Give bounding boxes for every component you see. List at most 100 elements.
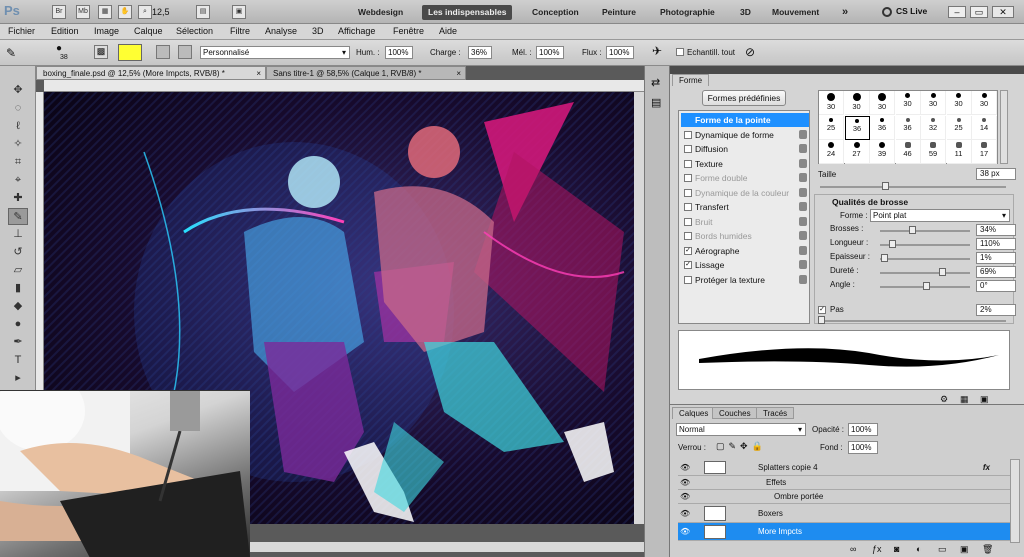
menu-affichage[interactable]: Affichage bbox=[338, 26, 375, 36]
mel-input[interactable]: 100% bbox=[536, 46, 564, 59]
brush-tip-cell[interactable]: 14 bbox=[972, 115, 997, 140]
hum-input[interactable]: 100% bbox=[385, 46, 413, 59]
move-tool-icon[interactable]: ✥ bbox=[8, 82, 28, 99]
minimize-button[interactable]: – bbox=[948, 6, 966, 18]
lock-icon[interactable] bbox=[799, 202, 807, 211]
param-slider[interactable] bbox=[880, 268, 970, 276]
load-color-swatch[interactable] bbox=[118, 44, 142, 61]
vertical-scrollbar[interactable] bbox=[634, 92, 644, 524]
brush-tip-cell[interactable]: 30 bbox=[972, 91, 997, 115]
fx-icon[interactable]: ƒx bbox=[872, 544, 882, 554]
pas-input[interactable]: 2% bbox=[976, 304, 1016, 316]
brush-tip-cell[interactable]: 36 bbox=[844, 115, 870, 140]
pen-tool-icon[interactable]: ✒ bbox=[8, 334, 28, 351]
stamp-tool-icon[interactable]: ⊥ bbox=[8, 226, 28, 243]
tab-sans-titre[interactable]: Sans titre-1 @ 58,5% (Calque 1, RVB/8) *… bbox=[266, 66, 466, 80]
visibility-eye-icon[interactable]: 👁 bbox=[680, 490, 690, 504]
pas-checkbox[interactable]: ✓ bbox=[818, 306, 826, 314]
brush-tip-cell[interactable]: 24 bbox=[819, 140, 844, 164]
shape-select[interactable]: Point plat ▾ bbox=[870, 209, 1010, 222]
lock-icon[interactable] bbox=[799, 173, 807, 182]
lasso-tool-icon[interactable]: ℓ bbox=[8, 118, 28, 135]
layer-row[interactable]: 👁 Splatters copie 4 fx bbox=[678, 459, 1010, 476]
properties-icon[interactable]: ▤ bbox=[651, 96, 661, 109]
menu-edition[interactable]: Edition bbox=[51, 26, 79, 36]
maximize-button[interactable]: ▭ bbox=[970, 6, 988, 18]
pressure-icon[interactable]: ⊘ bbox=[745, 45, 755, 59]
param-input[interactable]: 110% bbox=[976, 238, 1016, 250]
lock-icon[interactable] bbox=[799, 129, 807, 139]
brush-presets-button[interactable]: Formes prédéfinies bbox=[702, 90, 786, 106]
crop-tool-icon[interactable]: ⌗ bbox=[8, 154, 28, 171]
param-slider[interactable] bbox=[880, 282, 970, 290]
workspace-indispensables[interactable]: Les indispensables bbox=[422, 5, 513, 20]
bridge-icon[interactable]: Br bbox=[52, 5, 66, 19]
eraser-tool-icon[interactable]: ▱ bbox=[8, 262, 28, 279]
brush-tip-cell[interactable]: 30 bbox=[921, 91, 946, 115]
brush-option-item[interactable]: Diffusion bbox=[681, 142, 809, 156]
charge-input[interactable]: 36% bbox=[468, 46, 492, 59]
param-slider-knob[interactable] bbox=[923, 282, 930, 290]
workspace-3d[interactable]: 3D bbox=[734, 5, 757, 20]
brush-grid-scrollbar[interactable] bbox=[1000, 90, 1008, 164]
size-slider-knob[interactable] bbox=[882, 182, 889, 190]
brush-tip-cell[interactable]: 36 bbox=[870, 115, 895, 140]
option-checkbox[interactable] bbox=[684, 145, 692, 153]
layer-row[interactable]: 👁 Boxers bbox=[678, 504, 1010, 523]
brush-tip-cell[interactable]: 32 bbox=[921, 115, 946, 140]
blend-preset-select[interactable]: Personnalisé ▾ bbox=[200, 46, 350, 59]
folder-icon[interactable]: ▭ bbox=[938, 544, 947, 555]
workspace-webdesign[interactable]: Webdesign bbox=[352, 5, 409, 20]
menu-fenetre[interactable]: Fenêtre bbox=[393, 26, 424, 36]
tab-boxing-finale[interactable]: boxing_finale.psd @ 12,5% (More Impcts, … bbox=[36, 66, 266, 80]
layer-row[interactable]: 👁 Effets bbox=[678, 476, 1010, 490]
quick-select-tool-icon[interactable]: ✧ bbox=[8, 136, 28, 153]
param-slider-knob[interactable] bbox=[888, 240, 896, 248]
option-checkbox[interactable] bbox=[684, 159, 692, 168]
menu-selection[interactable]: Sélection bbox=[176, 26, 213, 36]
workspace-conception[interactable]: Conception bbox=[526, 5, 585, 20]
zoom-level[interactable]: 12,5 bbox=[152, 7, 170, 17]
link-icon[interactable]: ∞ bbox=[850, 544, 856, 554]
clean-brush-icon[interactable] bbox=[178, 45, 192, 59]
workspace-peinture[interactable]: Peinture bbox=[596, 5, 642, 20]
brush-tip-cell[interactable]: 59 bbox=[921, 140, 946, 164]
tab-calques[interactable]: Calques bbox=[672, 407, 716, 419]
param-input[interactable]: 69% bbox=[976, 266, 1016, 278]
tab-couches[interactable]: Couches bbox=[712, 407, 758, 419]
hand-tool-icon[interactable]: ✋ bbox=[118, 5, 132, 19]
airbrush-icon[interactable]: ✈ bbox=[652, 44, 662, 58]
size-input[interactable]: 38 px bbox=[976, 168, 1016, 180]
menu-fichier[interactable]: Fichier bbox=[8, 26, 35, 36]
brush-tip-cell[interactable]: 30 bbox=[895, 91, 921, 115]
layer-row[interactable]: 👁 More Impcts bbox=[678, 523, 1010, 541]
brush-tip-cell[interactable]: 30 bbox=[870, 91, 895, 115]
brush-option-item[interactable]: Forme de la pointe bbox=[681, 113, 809, 127]
blur-tool-icon[interactable]: ◆ bbox=[8, 298, 28, 315]
trash-icon[interactable]: 🗑 bbox=[982, 544, 993, 555]
brush-option-item[interactable]: Dynamique de forme bbox=[681, 128, 809, 142]
grid-icon[interactable]: ▦ bbox=[98, 5, 112, 19]
horizontal-scrollbar[interactable] bbox=[244, 542, 644, 552]
brush-tip-cell[interactable]: 11 bbox=[946, 140, 972, 164]
flux-input[interactable]: 100% bbox=[606, 46, 634, 59]
marquee-tool-icon[interactable]: ◌ bbox=[8, 100, 28, 117]
brush-tip-cell[interactable]: 46 bbox=[895, 140, 921, 164]
size-slider[interactable] bbox=[820, 182, 1006, 190]
brush-tip-cell[interactable]: 25 bbox=[946, 115, 972, 140]
param-input[interactable]: 34% bbox=[976, 224, 1016, 236]
visibility-eye-icon[interactable]: 👁 bbox=[680, 504, 690, 523]
lock-icons[interactable]: ▢✎✥🔒 bbox=[716, 441, 767, 452]
gradient-tool-icon[interactable]: ▮ bbox=[8, 280, 28, 297]
sample-all-checkbox[interactable] bbox=[676, 48, 684, 56]
layer-row[interactable]: 👁 Ombre portée bbox=[678, 490, 1010, 504]
workspace-photographie[interactable]: Photographie bbox=[654, 5, 721, 20]
close-button[interactable]: ✕ bbox=[992, 6, 1014, 18]
zoom-tool-icon[interactable]: ⌕ bbox=[138, 5, 152, 19]
option-checkbox[interactable] bbox=[684, 174, 692, 182]
brush-tip-grid[interactable]: 30 30 30 30 30 30 30 25 36 36 36 32 25 14 24 27 39 46 59 11… bbox=[818, 90, 998, 164]
dodge-tool-icon[interactable]: ● bbox=[8, 316, 28, 333]
brush-tip-cell[interactable]: 36 bbox=[895, 115, 921, 140]
brush-tip-cell[interactable]: 30 bbox=[844, 91, 870, 115]
arrange-icon[interactable]: ▤ bbox=[196, 5, 210, 19]
